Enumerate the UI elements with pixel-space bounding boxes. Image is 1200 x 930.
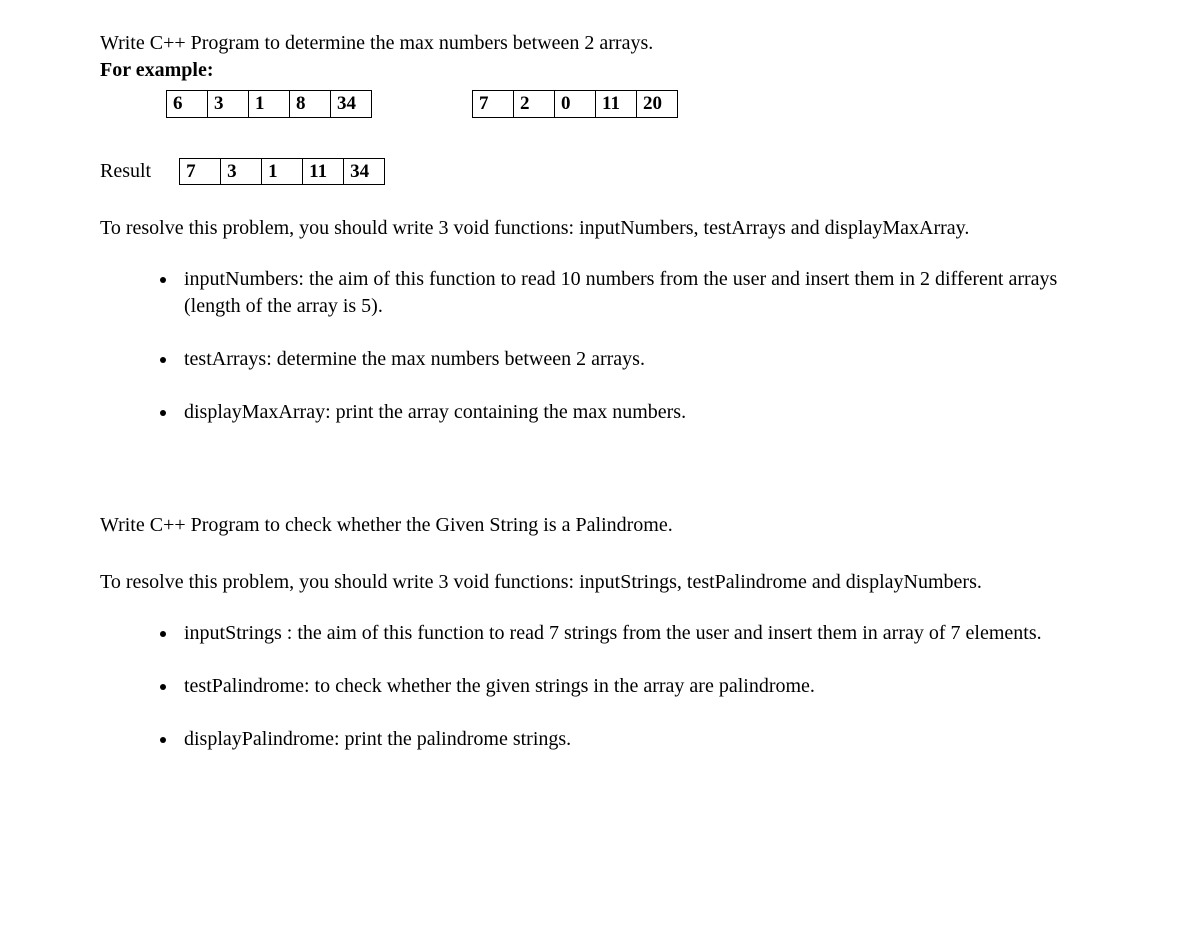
array-cell: 7	[180, 158, 221, 185]
result-array-table: 7 3 1 11 34	[179, 158, 385, 186]
list-item: inputNumbers: the aim of this function t…	[178, 266, 1100, 320]
array-cell: 34	[344, 158, 385, 185]
problem2-bullets: inputStrings : the aim of this function …	[100, 620, 1100, 753]
array-cell: 1	[249, 91, 290, 118]
array-cell: 7	[473, 91, 514, 118]
array1-table: 6 3 1 8 34	[166, 90, 372, 118]
problem1-title: Write C++ Program to determine the max n…	[100, 30, 1100, 57]
problem1-resolve: To resolve this problem, you should writ…	[100, 215, 1100, 242]
for-example-label: For example:	[100, 57, 1100, 84]
array-cell: 3	[221, 158, 262, 185]
list-item: inputStrings : the aim of this function …	[178, 620, 1100, 647]
array-cell: 2	[514, 91, 555, 118]
list-item: testArrays: determine the max numbers be…	[178, 346, 1100, 373]
example-arrays-row: 6 3 1 8 34 7 2 0 11 20	[166, 90, 1100, 118]
result-label: Result	[100, 158, 151, 185]
list-item: displayPalindrome: print the palindrome …	[178, 726, 1100, 753]
array-cell: 34	[331, 91, 372, 118]
array-cell: 6	[167, 91, 208, 118]
problem2-title: Write C++ Program to check whether the G…	[100, 512, 1100, 539]
array-cell: 1	[262, 158, 303, 185]
array2-table: 7 2 0 11 20	[472, 90, 678, 118]
array-cell: 11	[596, 91, 637, 118]
array-cell: 11	[303, 158, 344, 185]
result-row: Result 7 3 1 11 34	[100, 158, 1100, 186]
list-item: displayMaxArray: print the array contain…	[178, 399, 1100, 426]
list-item: testPalindrome: to check whether the giv…	[178, 673, 1100, 700]
array-cell: 20	[637, 91, 678, 118]
array-cell: 0	[555, 91, 596, 118]
array-cell: 3	[208, 91, 249, 118]
problem1-bullets: inputNumbers: the aim of this function t…	[100, 266, 1100, 426]
problem2-resolve: To resolve this problem, you should writ…	[100, 569, 1100, 596]
array-cell: 8	[290, 91, 331, 118]
